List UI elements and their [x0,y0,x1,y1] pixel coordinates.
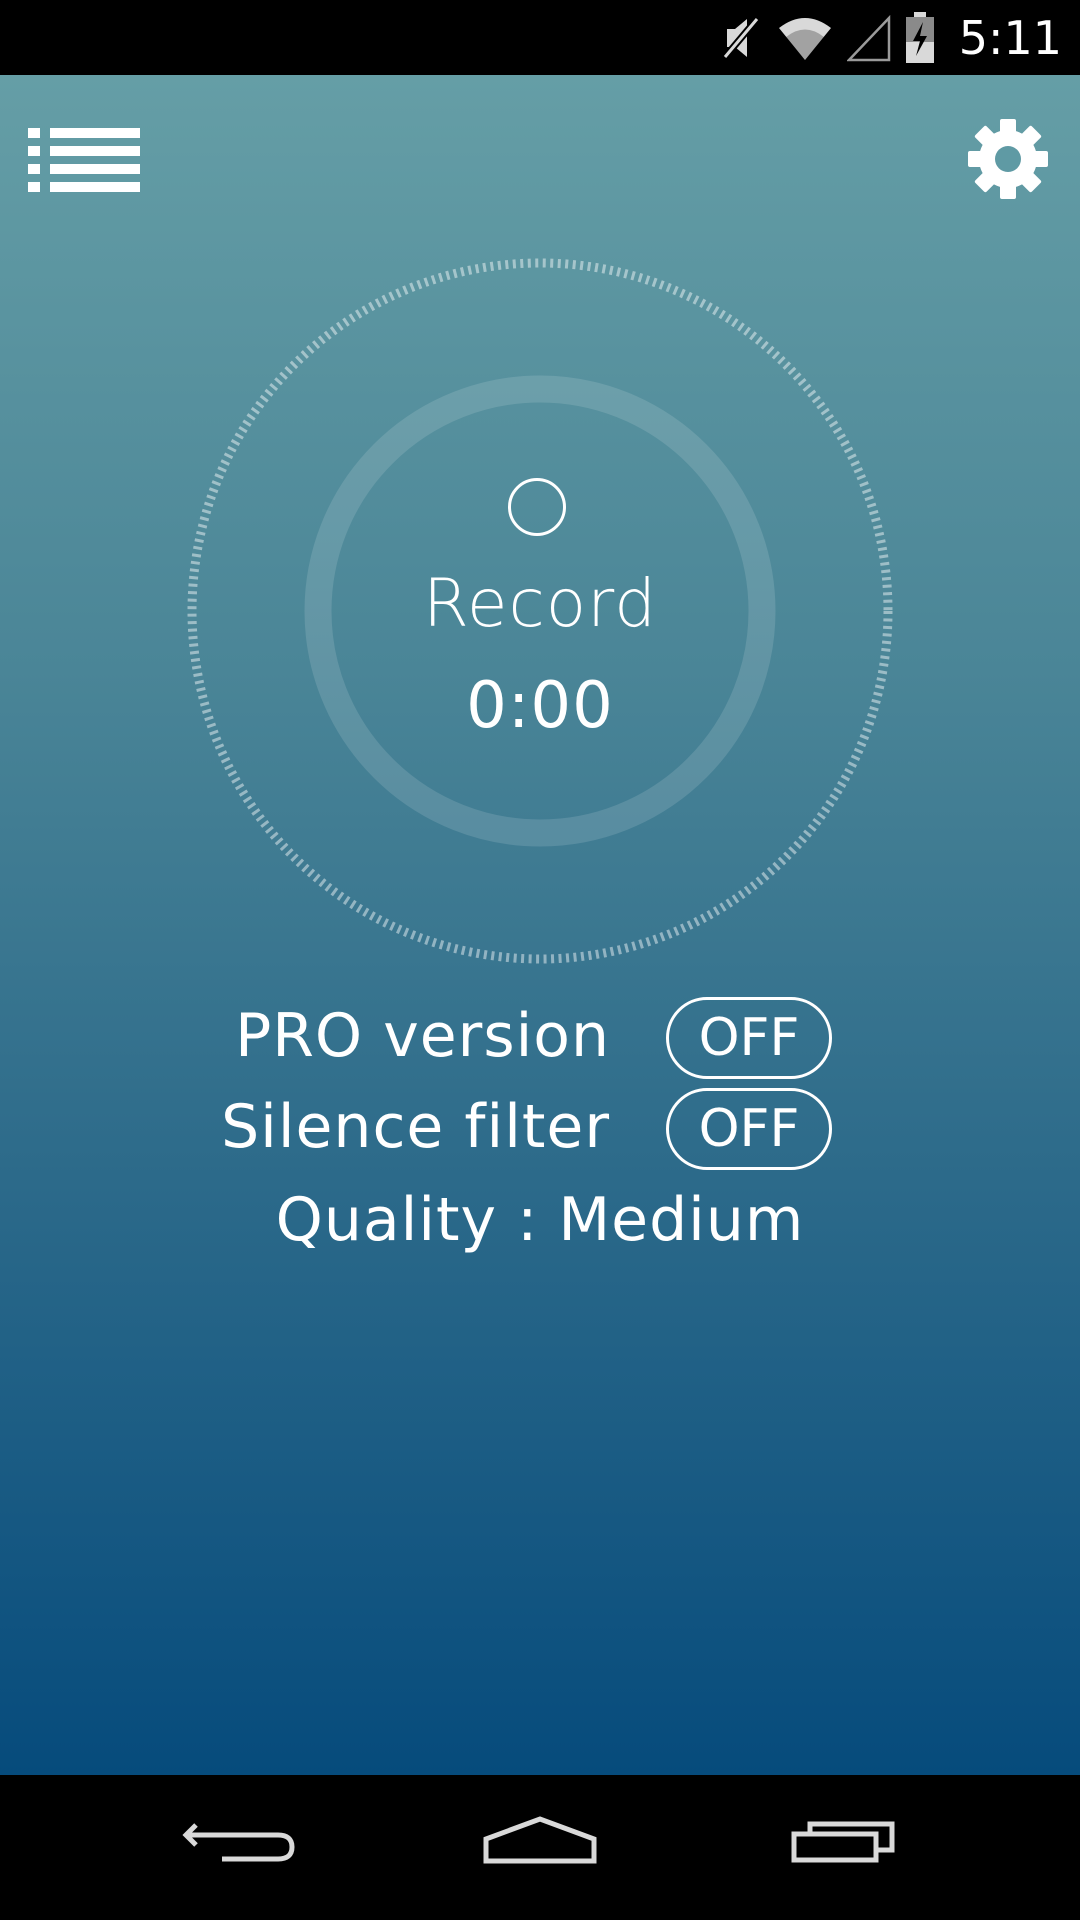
quality-setting[interactable]: Quality : Medium [0,1185,1080,1255]
record-label: Record [422,565,658,642]
signal-icon [846,14,890,61]
main-panel: Record 0:00 PRO version OFF Silence filt… [0,75,1080,1775]
silence-filter-row: Silence filter OFF [0,1088,1080,1172]
pro-version-label: PRO version [235,1001,610,1071]
home-button[interactable] [460,1795,620,1895]
recents-button[interactable] [770,1795,930,1895]
back-button[interactable] [160,1795,320,1895]
pro-version-toggle[interactable]: OFF [666,997,832,1079]
silence-filter-toggle[interactable]: OFF [666,1088,832,1170]
mute-icon [722,16,760,59]
wifi-icon [778,17,831,60]
pro-version-row: PRO version OFF [0,997,1080,1081]
nav-bar [0,1775,1080,1920]
record-circle-icon [508,478,566,536]
battery-charging-icon [905,11,934,63]
status-icons: 5:11 [719,0,1062,75]
silence-filter-label: Silence filter [221,1092,610,1162]
recents-icon [791,1821,895,1863]
status-bar: 5:11 [0,0,1080,75]
screen: 5:11 Record 0:00 PRO version OFF Silence… [0,0,1080,1920]
home-icon [483,1816,597,1864]
back-icon [182,1823,295,1862]
status-time: 5:11 [958,10,1062,65]
record-timer: 0:00 [466,669,614,743]
